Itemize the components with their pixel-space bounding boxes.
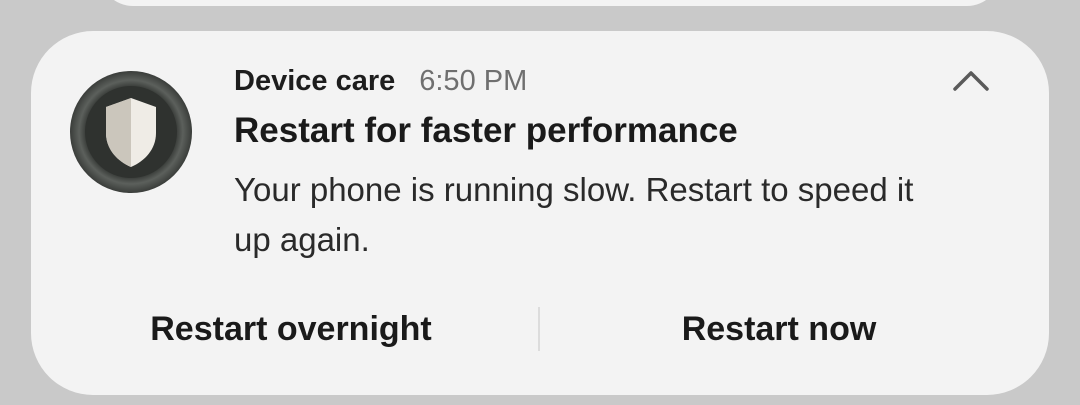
restart-overnight-button[interactable]: Restart overnight <box>121 301 461 357</box>
chevron-up-icon[interactable] <box>949 61 993 101</box>
notification-header: Device care 6:50 PM <box>234 61 527 101</box>
notification-body: Your phone is running slow. Restart to s… <box>234 171 914 258</box>
app-name: Device care <box>234 64 396 97</box>
previous-notification-card <box>100 0 1000 6</box>
notification-title: Restart for faster performance <box>234 111 738 150</box>
action-divider <box>538 307 540 351</box>
shield-icon <box>70 71 192 193</box>
notification-actions: Restart overnight Restart now <box>31 301 1049 357</box>
restart-now-button[interactable]: Restart now <box>601 301 957 357</box>
notification-time: 6:50 PM <box>419 64 528 97</box>
notification-card[interactable]: Device care 6:50 PM Restart for faster p… <box>31 31 1049 395</box>
